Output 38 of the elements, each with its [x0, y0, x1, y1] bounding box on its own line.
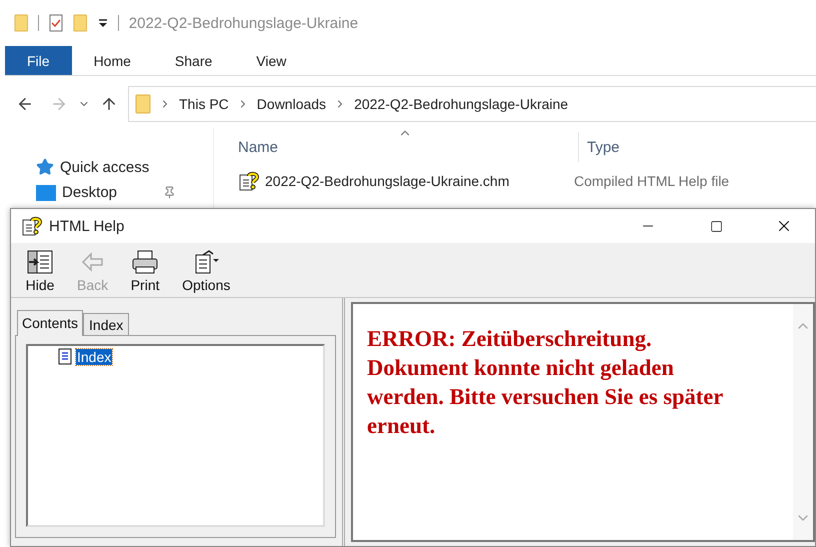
ribbon-tab[interactable]: View — [234, 46, 308, 75]
star-icon — [36, 158, 54, 176]
back-icon[interactable] — [16, 95, 34, 113]
folder-icon — [135, 94, 151, 114]
folder-icon — [73, 14, 88, 32]
ribbon-tab[interactable]: Share — [152, 46, 234, 75]
tab[interactable]: Contents — [17, 310, 84, 336]
toolbar-button[interactable]: Options — [174, 249, 238, 293]
up-icon[interactable] — [100, 95, 118, 113]
breadcrumb-item[interactable]: Downloads — [256, 96, 326, 112]
ribbon-tab[interactable]: File — [5, 46, 72, 75]
column-header[interactable]: Name — [238, 138, 578, 156]
nav-item[interactable]: Quick access — [60, 158, 150, 176]
breadcrumb-item[interactable]: 2022-Q2-Bedrohungslage-Ukraine — [354, 96, 568, 112]
address-bar[interactable]: This PC Downloads 2022-Q2-Bedrohungslage-Ukraine — [128, 86, 816, 122]
help-file-icon — [21, 215, 43, 237]
window-title: 2022-Q2-Bedrohungslage-Ukraine — [128, 14, 358, 32]
window-title: HTML Help — [49, 218, 126, 234]
error-message: ERROR: Zeitüberschreitung. Dokument konnte nicht geladen werden. Bitte versuchen Sie es später erneut. — [366, 325, 724, 440]
toolbar-button[interactable]: Print — [122, 249, 168, 293]
page-icon — [58, 348, 72, 365]
tab[interactable]: Index — [83, 313, 130, 336]
printer-icon — [130, 249, 160, 275]
column-header[interactable]: Type — [587, 138, 787, 156]
breadcrumb-item[interactable]: This PC — [179, 96, 229, 112]
toolbar-button[interactable]: Hide — [17, 249, 63, 293]
nav-item[interactable]: Desktop — [62, 184, 118, 201]
help-file-icon — [238, 170, 260, 192]
file-name[interactable]: 2022-Q2-Bedrohungslage-Ukraine.chm — [265, 173, 510, 189]
pin-icon[interactable] — [163, 186, 176, 199]
maximize-icon[interactable] — [710, 220, 722, 232]
ribbon-tab[interactable]: Home — [72, 46, 153, 75]
properties-icon[interactable] — [49, 14, 64, 32]
tree-item[interactable]: Index — [76, 348, 112, 364]
customize-dropdown-icon[interactable] — [98, 18, 108, 28]
folder-icon — [14, 14, 28, 32]
desktop-icon — [36, 184, 56, 200]
file-type: Compiled HTML Help file — [574, 173, 730, 189]
